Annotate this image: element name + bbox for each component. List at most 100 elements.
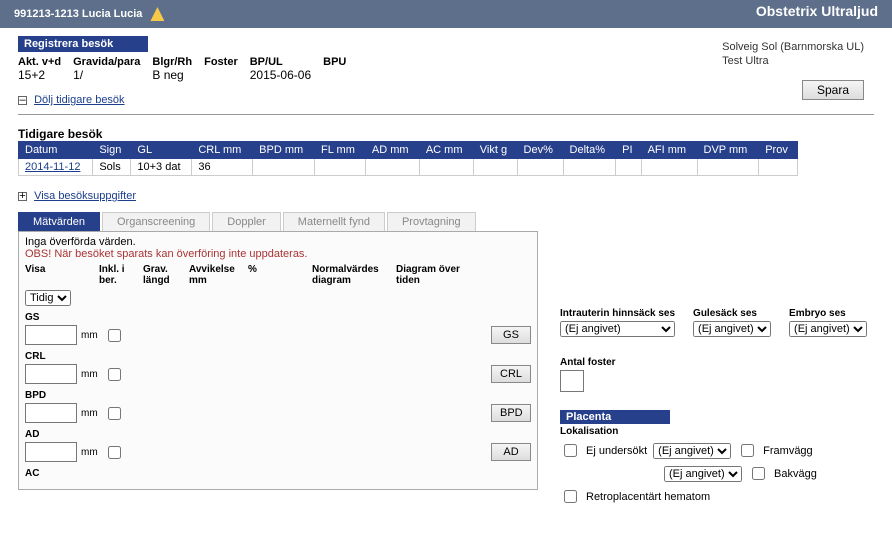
save-button[interactable]: Spara <box>802 80 864 100</box>
expand-icon[interactable]: + <box>18 192 27 201</box>
lbl-gulesack: Gulesäck ses <box>693 308 771 319</box>
chk-gs[interactable] <box>108 329 121 342</box>
sel-lokalisation2[interactable]: (Ej angivet) <box>664 466 742 482</box>
mh-diag: Diagram över tiden <box>396 264 466 286</box>
toggle-visit-details[interactable]: Visa besöksuppgifter <box>34 190 136 202</box>
btn-ad[interactable]: AD <box>491 443 531 461</box>
col-dvp: DVP mm <box>697 142 759 159</box>
lbl-antal-foster: Antal foster <box>560 357 860 368</box>
col-pi: PI <box>616 142 641 159</box>
mh-grav: Grav. längd <box>143 264 185 286</box>
hdr-gravida: Gravida/para <box>73 54 152 68</box>
btn-crl[interactable]: CRL <box>491 365 531 383</box>
unit-crl: mm <box>81 369 98 380</box>
visit-header-table: Akt. v+d Gravida/para Blgr/Rh Foster BP/… <box>18 54 358 86</box>
chk-bakvagg[interactable] <box>752 467 765 480</box>
divider <box>18 114 874 115</box>
input-antal-foster[interactable] <box>560 370 584 392</box>
col-afi: AFI mm <box>641 142 697 159</box>
mh-norm: Normalvärdes diagram <box>312 264 392 286</box>
user-info: Solveig Sol (Barnmorska UL) Test Ultra <box>722 40 864 69</box>
info-line2: OBS! När besöket sparats kan överföring … <box>25 248 531 260</box>
col-ad: AD mm <box>365 142 419 159</box>
warning-icon <box>150 7 164 21</box>
sel-gulesack[interactable]: (Ej angivet) <box>693 321 771 337</box>
chk-bpd[interactable] <box>108 407 121 420</box>
info-line1: Inga överförda värden. <box>25 236 531 248</box>
col-bpd: BPD mm <box>253 142 315 159</box>
mh-pct: % <box>248 264 308 286</box>
tab-doppler[interactable]: Doppler <box>212 212 281 231</box>
col-vikt: Vikt g <box>473 142 517 159</box>
collapse-icon[interactable]: – <box>18 96 27 105</box>
chk-crl[interactable] <box>108 368 121 381</box>
previous-visits-title: Tidigare besök <box>18 127 874 141</box>
sel-lokalisation1[interactable]: (Ej angivet) <box>653 443 731 459</box>
mh-inkl: Inkl. i ber. <box>99 264 139 286</box>
top-bar: 991213-1213 Lucia Lucia Obstetrix Ultral… <box>0 0 892 28</box>
input-gs[interactable] <box>25 325 77 345</box>
col-prov: Prov <box>759 142 798 159</box>
mh-avv: Avvikelse mm <box>189 264 244 286</box>
lbl-bakvagg: Bakvägg <box>774 468 817 480</box>
col-dev: Dev% <box>517 142 563 159</box>
lbl-ej-undersokt: Ej undersökt <box>586 445 647 457</box>
table-row[interactable]: 2014-11-12 Sols 10+3 dat 36 <box>19 159 798 176</box>
col-ac: AC mm <box>419 142 473 159</box>
tab-maternellt[interactable]: Maternellt fynd <box>283 212 385 231</box>
app-title: Obstetrix Ultraljud <box>756 3 878 19</box>
register-heading: Registrera besök <box>18 36 148 52</box>
lbl-intrauterin: Intrauterin hinnsäck ses <box>560 308 675 319</box>
lbl-ac: AC <box>25 468 531 479</box>
visit-date-link[interactable]: 2014-11-12 <box>25 161 80 173</box>
mh-visa: Visa <box>25 264 95 286</box>
col-gl: GL <box>131 142 192 159</box>
previous-visits-table: Datum Sign GL CRL mm BPD mm FL mm AD mm … <box>18 141 798 176</box>
val-bpul: 2015-06-06 <box>250 68 323 86</box>
sel-embryo[interactable]: (Ej angivet) <box>789 321 867 337</box>
lbl-lokalisation: Lokalisation <box>560 426 860 437</box>
sel-intrauterin[interactable]: (Ej angivet) <box>560 321 675 337</box>
val-akt: 15+2 <box>18 68 73 86</box>
col-fl: FL mm <box>315 142 366 159</box>
input-crl[interactable] <box>25 364 77 384</box>
hdr-akt: Akt. v+d <box>18 54 73 68</box>
user-clinic: Test Ultra <box>722 54 864 68</box>
val-foster <box>204 68 250 86</box>
unit-bpd: mm <box>81 408 98 419</box>
col-delta: Delta% <box>563 142 616 159</box>
hdr-bpul: BP/UL <box>250 54 323 68</box>
chk-framvagg[interactable] <box>741 444 754 457</box>
lbl-ad: AD <box>25 429 531 440</box>
btn-bpd[interactable]: BPD <box>491 404 531 422</box>
unit-gs: mm <box>81 330 98 341</box>
hdr-blgr: Blgr/Rh <box>152 54 204 68</box>
chk-ad[interactable] <box>108 446 121 459</box>
col-datum: Datum <box>19 142 93 159</box>
tab-content: Inga överförda värden. OBS! När besöket … <box>18 232 538 490</box>
toggle-previous-visits[interactable]: Dölj tidigare besök <box>34 94 125 106</box>
val-bpu <box>323 68 358 86</box>
tab-organscreening[interactable]: Organscreening <box>102 212 210 231</box>
col-sign: Sign <box>93 142 131 159</box>
input-bpd[interactable] <box>25 403 77 423</box>
val-gravida: 1/ <box>73 68 152 86</box>
user-name: Solveig Sol (Barnmorska UL) <box>722 40 864 54</box>
tab-matvarden[interactable]: Mätvärden <box>18 212 100 231</box>
patient-id: 991213-1213 Lucia Lucia <box>14 8 142 20</box>
tab-provtagning[interactable]: Provtagning <box>387 212 476 231</box>
hdr-bpu: BPU <box>323 54 358 68</box>
btn-gs[interactable]: GS <box>491 326 531 344</box>
input-ad[interactable] <box>25 442 77 462</box>
cell-sign: Sols <box>93 159 131 176</box>
chk-ej-undersokt[interactable] <box>564 444 577 457</box>
hdr-foster: Foster <box>204 54 250 68</box>
unit-ad: mm <box>81 447 98 458</box>
lbl-gs: GS <box>25 312 531 323</box>
chk-retro[interactable] <box>564 490 577 503</box>
placenta-heading: Placenta <box>560 410 670 424</box>
lbl-retro: Retroplacentärt hematom <box>586 491 710 503</box>
visa-select[interactable]: Tidig <box>25 290 71 306</box>
val-blgr: B neg <box>152 68 204 86</box>
tab-bar: Mätvärden Organscreening Doppler Materne… <box>18 212 538 232</box>
